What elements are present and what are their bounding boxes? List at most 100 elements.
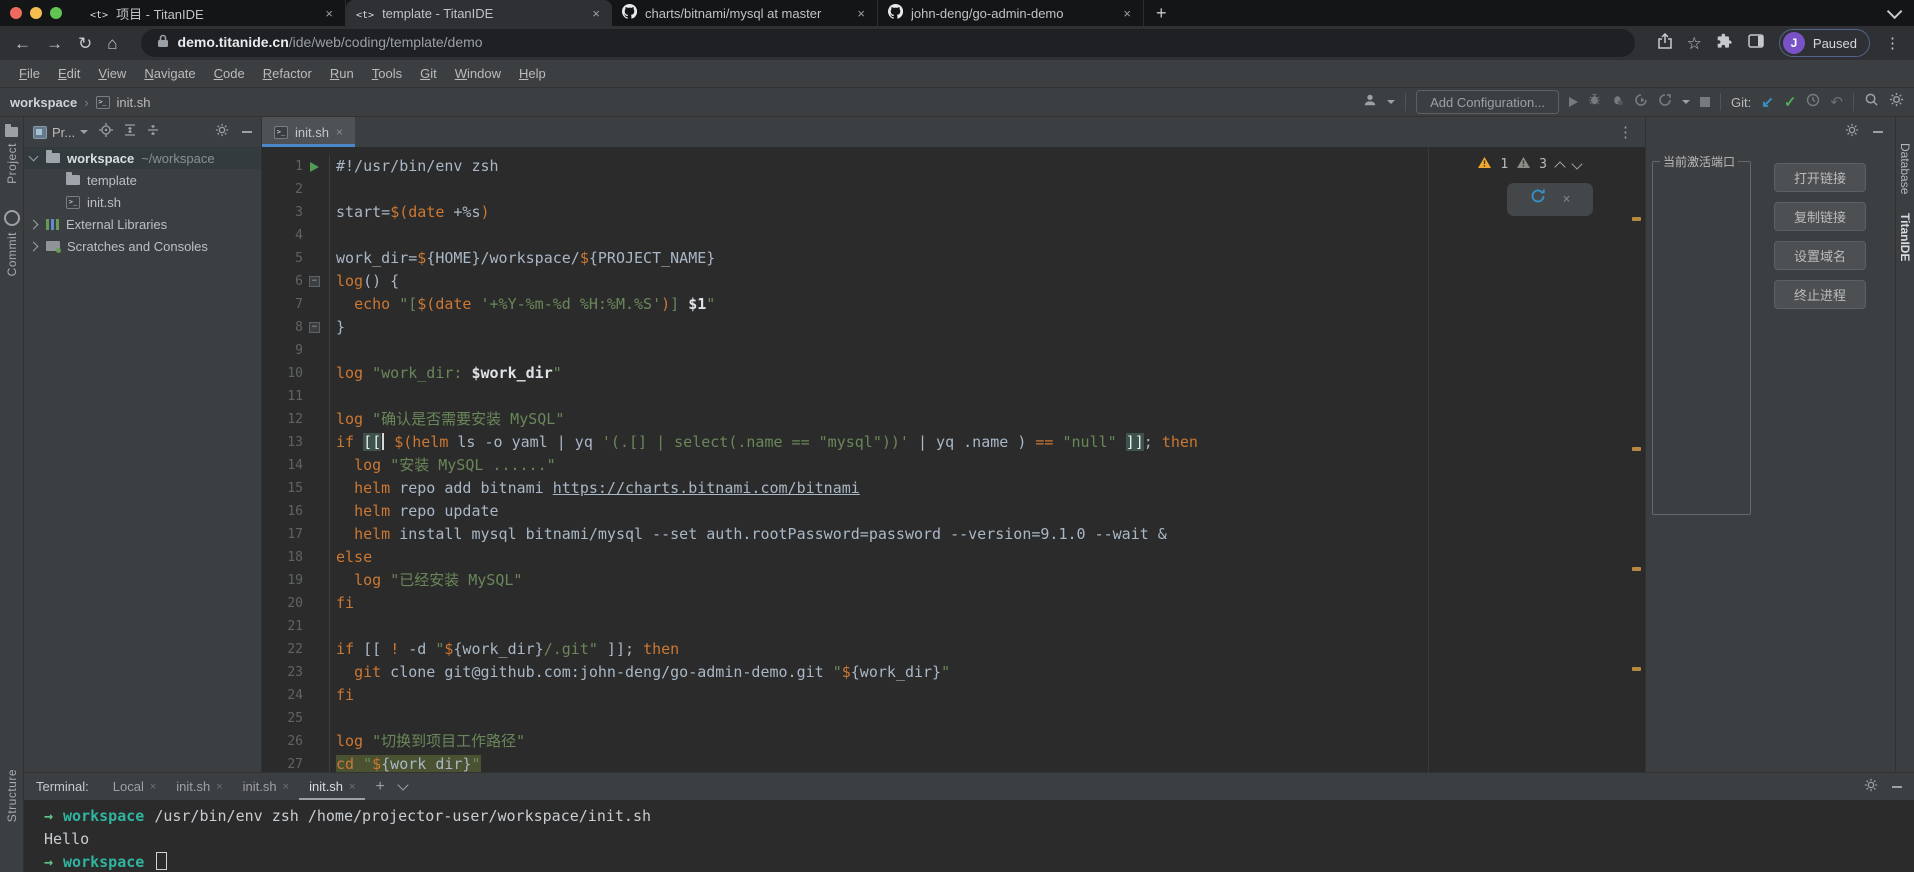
run-button[interactable] [1569, 97, 1578, 107]
git-update-icon[interactable]: ↙ [1761, 93, 1774, 111]
commit-toolwindow-icon[interactable] [4, 210, 20, 226]
run-with-coverage-icon[interactable] [1634, 93, 1648, 112]
browser-tab-4[interactable]: john-deng/go-admin-demo× [878, 0, 1144, 26]
menu-refactor[interactable]: Refactor [254, 63, 321, 84]
toolwindow-commit[interactable]: Commit [5, 232, 19, 276]
run-arrow-icon[interactable] [310, 162, 319, 172]
tab-search-chevron-icon[interactable] [1887, 3, 1903, 19]
terminal-tab-3[interactable]: init.sh× [233, 773, 299, 800]
toolwindow-titanide[interactable]: TitanIDE [1898, 213, 1912, 261]
address-bar[interactable]: demo.titanide.cn/ide/web/coding/template… [141, 29, 1635, 57]
profile-dropdown-chevron-icon[interactable] [1387, 100, 1395, 108]
run-dropdown-chevron-icon[interactable] [1682, 100, 1690, 108]
project-view-selector[interactable]: Pr... [33, 125, 88, 140]
menu-navigate[interactable]: Navigate [135, 63, 204, 84]
toolwindow-project[interactable]: Project [5, 143, 19, 184]
terminal-output[interactable]: →workspace/usr/bin/env zsh /home/project… [24, 800, 1914, 872]
project-settings-gear-icon[interactable] [215, 123, 229, 142]
new-terminal-button[interactable]: + [367, 778, 392, 796]
add-configuration-button[interactable]: Add Configuration... [1416, 90, 1559, 114]
close-window-icon[interactable] [10, 7, 22, 19]
minimize-window-icon[interactable] [30, 7, 42, 19]
git-commit-check-icon[interactable]: ✓ [1784, 93, 1797, 111]
fold-marker-icon[interactable]: − [308, 321, 321, 334]
menu-file[interactable]: File [10, 63, 49, 84]
tree-item-workspace[interactable]: workspace~/workspace [24, 147, 261, 169]
tab-close-icon[interactable]: × [323, 6, 335, 21]
maximize-window-icon[interactable] [50, 7, 62, 19]
tab-close-icon[interactable]: × [349, 781, 355, 793]
project-toolwindow-icon[interactable] [5, 127, 18, 137]
browser-tab-1[interactable]: <t>项目 - TitanIDE× [80, 0, 346, 26]
tab-close-icon[interactable]: × [216, 781, 222, 793]
tab-close-icon[interactable]: × [1121, 6, 1133, 21]
tree-chevron-icon[interactable] [29, 241, 39, 251]
terminal-tab-4[interactable]: init.sh× [299, 773, 365, 800]
tree-chevron-icon[interactable] [29, 219, 39, 229]
browser-menu-kebab-icon[interactable]: ⋮ [1885, 34, 1900, 52]
run-profile-person-icon[interactable] [1363, 93, 1377, 112]
breadcrumb-root[interactable]: workspace [10, 95, 77, 110]
terminal-dropdown-chevron-icon[interactable] [397, 779, 408, 790]
search-everywhere-icon[interactable] [1864, 92, 1879, 112]
terminate-process-button[interactable]: 终止进程 [1774, 280, 1866, 309]
new-tab-button[interactable]: + [1156, 3, 1167, 24]
menu-window[interactable]: Window [446, 63, 510, 84]
git-rollback-icon[interactable]: ↶ [1830, 93, 1843, 111]
previous-problem-chevron-icon[interactable] [1554, 161, 1565, 172]
hide-panel-icon[interactable] [1873, 131, 1883, 133]
toolwindow-database[interactable]: Database [1898, 143, 1912, 194]
tab-close-icon[interactable]: × [283, 781, 289, 793]
menu-help[interactable]: Help [510, 63, 555, 84]
editor-tab-init-sh[interactable]: >_ init.sh × [262, 117, 355, 147]
tree-item-template[interactable]: template [24, 169, 261, 191]
locate-file-icon[interactable] [99, 123, 113, 142]
hide-panel-icon[interactable] [242, 131, 252, 133]
reload-button[interactable]: ↻ [78, 35, 92, 52]
menu-code[interactable]: Code [205, 63, 254, 84]
run-line-icon[interactable] [308, 160, 321, 173]
tab-close-icon[interactable]: × [336, 125, 343, 139]
code-editor[interactable]: 1 3 × 1#!/usr/bin/env zsh23start=$(date [262, 147, 1645, 772]
settings-gear-icon[interactable] [1889, 92, 1904, 112]
tree-item-external-libraries[interactable]: External Libraries [24, 213, 261, 235]
terminal-settings-gear-icon[interactable] [1864, 778, 1878, 795]
side-panel-icon[interactable] [1748, 34, 1764, 53]
menu-run[interactable]: Run [321, 63, 363, 84]
menu-view[interactable]: View [89, 63, 135, 84]
tree-chevron-icon[interactable] [29, 152, 39, 162]
menu-tools[interactable]: Tools [363, 63, 411, 84]
back-button[interactable]: ← [14, 35, 31, 52]
terminal-tab-1[interactable]: Local× [103, 773, 167, 800]
debug-button[interactable] [1588, 93, 1601, 111]
share-icon[interactable] [1658, 33, 1672, 54]
forward-button[interactable]: → [46, 35, 63, 52]
editor-options-kebab-icon[interactable]: ⋮ [1618, 123, 1645, 141]
expand-all-icon[interactable] [124, 123, 136, 141]
tree-item-init-sh[interactable]: >_init.sh [24, 191, 261, 213]
next-problem-chevron-icon[interactable] [1571, 158, 1582, 169]
inspections-widget[interactable]: 1 3 [1478, 153, 1581, 176]
profile-pill[interactable]: J Paused [1779, 29, 1870, 57]
stop-button[interactable] [1700, 97, 1710, 107]
fold-box-icon[interactable]: − [309, 322, 320, 333]
set-domain-button[interactable]: 设置域名 [1774, 241, 1866, 270]
panel-settings-gear-icon[interactable] [1845, 123, 1859, 142]
terminal-tab-2[interactable]: init.sh× [166, 773, 232, 800]
collapse-all-icon[interactable] [147, 123, 159, 141]
menu-edit[interactable]: Edit [49, 63, 89, 84]
extensions-puzzle-icon[interactable] [1717, 33, 1733, 54]
bookmark-star-icon[interactable]: ☆ [1687, 35, 1702, 52]
refresh-icon[interactable] [1530, 188, 1546, 211]
tab-close-icon[interactable]: × [590, 6, 602, 21]
tab-close-icon[interactable]: × [150, 781, 156, 793]
close-icon[interactable]: × [1563, 188, 1571, 211]
browser-tab-2[interactable]: <t>template - TitanIDE× [346, 0, 612, 26]
toolwindow-structure[interactable]: Structure [5, 769, 19, 822]
profiler-button[interactable] [1611, 93, 1624, 111]
tab-close-icon[interactable]: × [855, 6, 867, 21]
open-link-button[interactable]: 打开链接 [1774, 163, 1866, 192]
hide-terminal-icon[interactable] [1892, 786, 1902, 788]
copy-link-button[interactable]: 复制链接 [1774, 202, 1866, 231]
git-history-clock-icon[interactable] [1806, 93, 1820, 112]
